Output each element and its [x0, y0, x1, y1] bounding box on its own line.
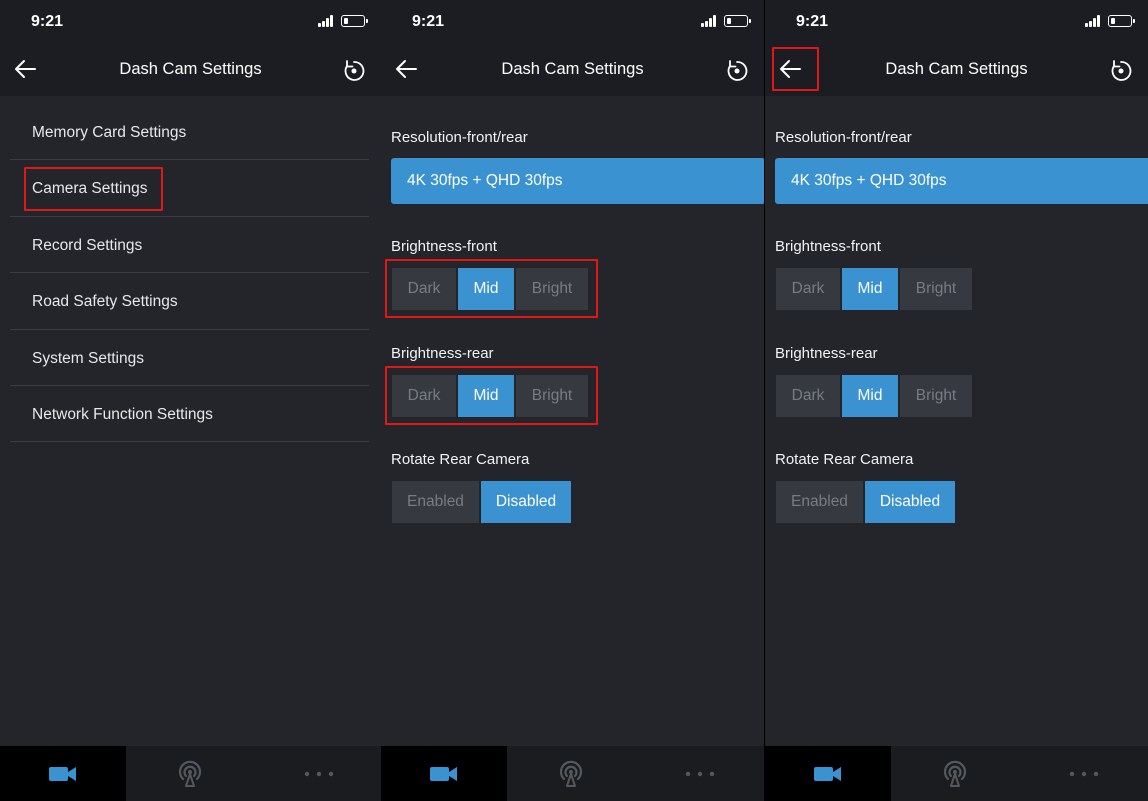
menu-item-label: Record Settings — [32, 236, 143, 254]
menu-item-record[interactable]: Record Settings — [10, 217, 369, 274]
tab-broadcast[interactable] — [891, 746, 1019, 801]
screen-camera-settings-back: 9:21 Dash Cam Settings Resolution-front/… — [765, 0, 1148, 801]
signal-icon — [1085, 15, 1102, 27]
resolution-select[interactable]: 4K 30fps + QHD 30fps — [775, 158, 1148, 204]
brightness-front-bright-option[interactable]: Bright — [900, 268, 972, 310]
rotate-rear-camera-toggle: Enabled Disabled — [776, 481, 955, 523]
resolution-value: 4K 30fps + QHD 30fps — [407, 172, 563, 189]
battery-icon — [1108, 15, 1135, 27]
tab-bar — [381, 746, 764, 801]
status-bar: 9:21 — [381, 0, 764, 46]
resolution-value: 4K 30fps + QHD 30fps — [791, 172, 947, 189]
status-bar: 9:21 — [765, 0, 1148, 46]
brightness-rear-label: Brightness-rear — [775, 345, 878, 362]
broadcast-icon — [178, 760, 202, 787]
rotate-enabled-option[interactable]: Enabled — [392, 481, 479, 523]
status-bar: 9:21 — [0, 0, 381, 46]
reset-button[interactable] — [1104, 54, 1138, 88]
tab-camera[interactable] — [381, 746, 507, 801]
tab-broadcast[interactable] — [507, 746, 635, 801]
menu-item-system[interactable]: System Settings — [10, 330, 369, 386]
brightness-rear-dark-option[interactable]: Dark — [776, 375, 840, 417]
rotate-disabled-option[interactable]: Disabled — [481, 481, 571, 523]
menu-item-label: System Settings — [32, 349, 144, 367]
rotate-disabled-option[interactable]: Disabled — [865, 481, 955, 523]
broadcast-icon — [559, 760, 583, 787]
more-dots-icon — [304, 771, 333, 776]
page-title: Dash Cam Settings — [119, 60, 262, 78]
screen-camera-settings: 9:21 Dash Cam Settings Resolution-front/… — [381, 0, 764, 801]
signal-icon — [318, 15, 335, 27]
rotate-rear-camera-toggle: Enabled Disabled — [392, 481, 571, 523]
status-time: 9:21 — [31, 13, 64, 30]
broadcast-icon — [943, 760, 967, 787]
screen-settings-menu: 9:21 Dash Cam Settings Memory Card Setti… — [0, 0, 381, 801]
rotate-rear-camera-label: Rotate Rear Camera — [391, 451, 530, 468]
status-time: 9:21 — [412, 13, 445, 30]
brightness-front-toggle: Dark Mid Bright — [776, 268, 972, 310]
settings-menu-list: Memory Card Settings Camera Settings Rec… — [10, 104, 369, 443]
menu-item-network[interactable]: Network Function Settings — [10, 386, 369, 443]
battery-icon — [341, 15, 368, 27]
rotate-rear-camera-label: Rotate Rear Camera — [775, 451, 914, 468]
tab-more[interactable] — [254, 746, 381, 801]
nav-bar: Dash Cam Settings — [0, 46, 381, 96]
menu-item-label: Memory Card Settings — [32, 124, 187, 141]
video-camera-icon — [814, 766, 841, 781]
tab-camera[interactable] — [0, 746, 126, 801]
brightness-front-dark-option[interactable]: Dark — [776, 268, 840, 310]
brightness-front-label: Brightness-front — [391, 238, 497, 255]
menu-item-label: Network Function Settings — [32, 405, 213, 423]
tab-bar — [0, 746, 381, 801]
reset-icon — [344, 60, 365, 81]
menu-item-road-safety[interactable]: Road Safety Settings — [10, 273, 369, 330]
rotate-enabled-option[interactable]: Enabled — [776, 481, 863, 523]
more-dots-icon — [685, 771, 714, 776]
battery-icon — [724, 15, 751, 27]
status-time: 9:21 — [796, 13, 829, 30]
reset-icon — [727, 60, 748, 81]
highlight-back-button — [772, 47, 819, 91]
resolution-label: Resolution-front/rear — [775, 129, 912, 146]
tab-more[interactable] — [635, 746, 764, 801]
brightness-front-mid-option[interactable]: Mid — [842, 268, 898, 310]
reset-button[interactable] — [337, 54, 371, 88]
tab-bar — [765, 746, 1148, 801]
reset-icon — [1111, 60, 1132, 81]
tab-more[interactable] — [1019, 746, 1148, 801]
resolution-select[interactable]: 4K 30fps + QHD 30fps — [391, 158, 764, 204]
more-dots-icon — [1069, 771, 1098, 776]
page-title: Dash Cam Settings — [501, 60, 644, 78]
nav-bar: Dash Cam Settings — [381, 46, 764, 96]
tab-broadcast[interactable] — [126, 746, 254, 801]
tab-camera[interactable] — [765, 746, 891, 801]
highlight-brightness-rear — [385, 366, 598, 425]
signal-icon — [701, 15, 718, 27]
brightness-rear-bright-option[interactable]: Bright — [900, 375, 972, 417]
highlight-camera-settings — [24, 167, 163, 211]
brightness-front-label: Brightness-front — [775, 238, 881, 255]
video-camera-icon — [430, 766, 457, 781]
video-camera-icon — [49, 766, 76, 781]
highlight-brightness-front — [385, 259, 598, 318]
menu-item-label: Road Safety Settings — [32, 293, 178, 311]
resolution-label: Resolution-front/rear — [391, 129, 528, 146]
brightness-rear-label: Brightness-rear — [391, 345, 494, 362]
reset-button[interactable] — [720, 54, 754, 88]
brightness-rear-toggle: Dark Mid Bright — [776, 375, 972, 417]
nav-bar: Dash Cam Settings — [765, 46, 1148, 96]
brightness-rear-mid-option[interactable]: Mid — [842, 375, 898, 417]
page-title: Dash Cam Settings — [885, 60, 1028, 78]
menu-item-memory-card[interactable]: Memory Card Settings — [10, 104, 369, 161]
